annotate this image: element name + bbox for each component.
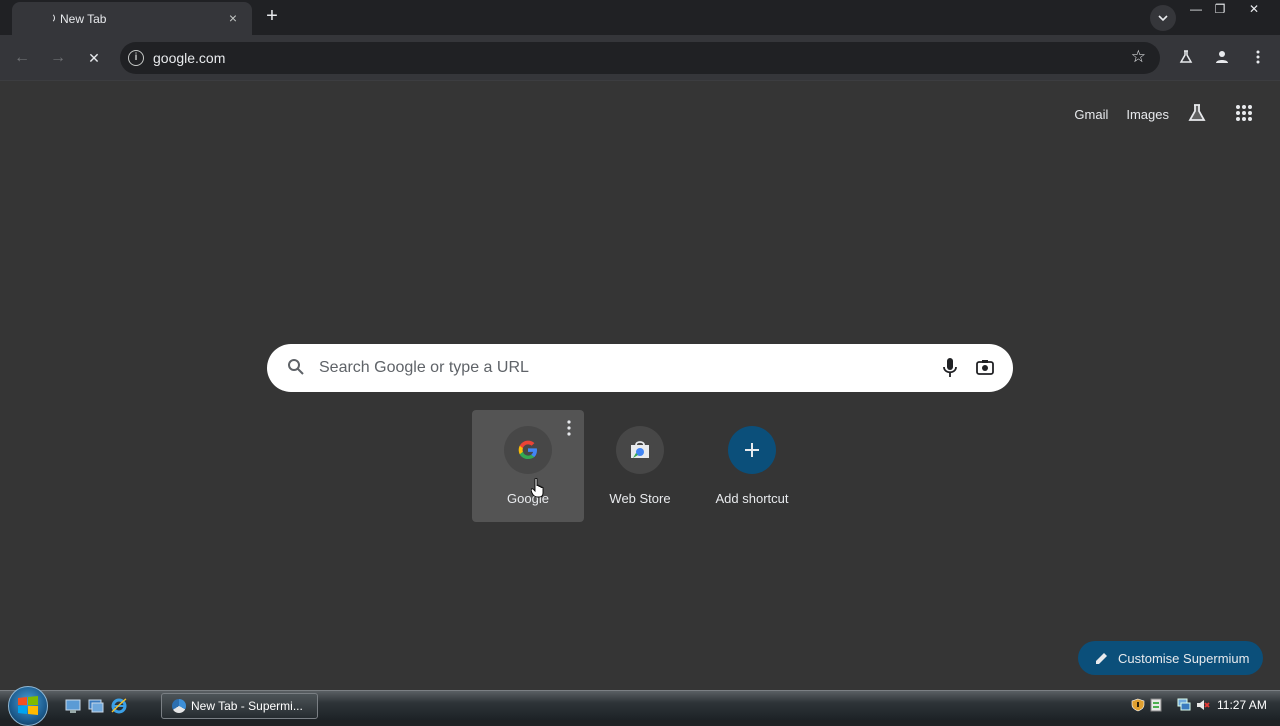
supermium-icon: [172, 699, 186, 713]
taskbar-clock[interactable]: 11:27 AM: [1217, 698, 1267, 712]
hand-cursor-icon: [531, 478, 544, 498]
tab-search-button[interactable]: [1150, 5, 1176, 31]
loading-spinner-icon: [45, 13, 55, 23]
tab-close-button[interactable]: ×: [224, 9, 242, 27]
restore-button[interactable]: ❐: [1207, 0, 1233, 18]
microphone-icon[interactable]: [943, 358, 957, 378]
new-tab-page: Gmail Images Search Google or type a URL: [0, 81, 1280, 690]
show-desktop-icon[interactable]: [65, 698, 81, 714]
toolbar: ← → ✕ i google.com ☆: [0, 35, 1280, 81]
shortcut-google[interactable]: Google: [472, 410, 584, 522]
network-icon[interactable]: [1177, 698, 1191, 712]
site-info-icon[interactable]: i: [128, 50, 144, 66]
web-store-icon: [631, 441, 649, 458]
add-shortcut-circle: [728, 426, 776, 474]
camera-lens-icon[interactable]: [976, 359, 994, 375]
back-button[interactable]: ←: [11, 47, 33, 69]
windows-logo-icon: [18, 696, 38, 715]
bookmark-star-icon[interactable]: ☆: [1131, 47, 1146, 67]
address-url[interactable]: google.com: [153, 50, 225, 66]
taskbar-window-title: New Tab - Supermi...: [191, 699, 303, 713]
search-placeholder[interactable]: Search Google or type a URL: [319, 359, 529, 377]
search-icon: [288, 359, 304, 375]
labs-flask-icon[interactable]: [1175, 46, 1197, 68]
chevron-down-icon: [1158, 15, 1168, 22]
tab-strip: New Tab × + — ❐ ✕: [0, 0, 1280, 35]
shortcut-web-store[interactable]: Web Store: [584, 410, 696, 522]
forward-button[interactable]: →: [47, 47, 69, 69]
google-g-icon: [518, 440, 537, 459]
switch-windows-icon[interactable]: [88, 698, 104, 714]
plus-icon: [745, 443, 759, 457]
address-bar[interactable]: i google.com ☆: [120, 42, 1160, 74]
internet-explorer-icon[interactable]: [111, 698, 127, 714]
shortcut-label: Add shortcut: [715, 491, 789, 506]
search-box[interactable]: Search Google or type a URL: [267, 344, 1013, 392]
volume-muted-icon[interactable]: [1196, 698, 1210, 712]
add-shortcut-button[interactable]: Add shortcut: [696, 410, 808, 522]
top-links: Gmail Images: [1074, 103, 1280, 125]
minimize-button[interactable]: —: [1183, 0, 1209, 18]
shortcut-label: Web Store: [609, 491, 671, 506]
tab-new-tab[interactable]: New Tab ×: [12, 2, 252, 35]
taskbar: New Tab - Supermi... 11:27 AM: [0, 686, 1280, 726]
apps-grid-icon[interactable]: [1235, 104, 1255, 124]
pencil-icon: [1096, 653, 1107, 664]
web-store-favicon: [616, 426, 664, 474]
google-favicon: [504, 426, 552, 474]
security-shield-icon[interactable]: [1131, 698, 1145, 712]
profile-icon[interactable]: [1211, 46, 1233, 68]
stop-loading-button[interactable]: ✕: [83, 47, 105, 69]
tab-title: New Tab: [60, 12, 107, 26]
shortcut-label: Google: [507, 491, 549, 506]
customise-label: Customise Supermium: [1118, 650, 1250, 666]
customise-button[interactable]: Customise Supermium: [1078, 641, 1263, 675]
images-link[interactable]: Images: [1126, 107, 1169, 122]
kebab-menu-icon[interactable]: [1247, 46, 1269, 68]
shortcut-menu-icon[interactable]: [566, 420, 572, 436]
new-tab-button[interactable]: +: [262, 6, 282, 26]
start-button[interactable]: [8, 686, 48, 726]
labs-flask-icon[interactable]: [1187, 103, 1209, 125]
close-window-button[interactable]: ✕: [1241, 0, 1267, 18]
action-center-icon[interactable]: [1149, 698, 1163, 712]
taskbar-window-button[interactable]: New Tab - Supermi...: [161, 693, 318, 719]
gmail-link[interactable]: Gmail: [1074, 107, 1108, 122]
